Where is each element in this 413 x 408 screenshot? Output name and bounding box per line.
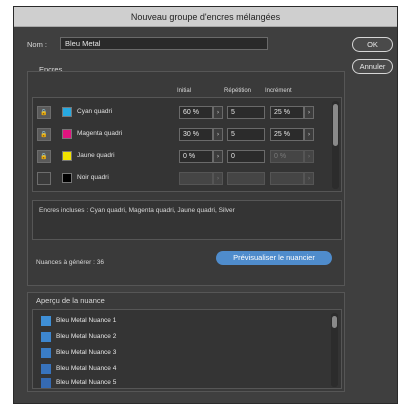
initial-field[interactable] (179, 172, 213, 185)
chevron-right-icon[interactable]: › (304, 106, 314, 119)
ink-swatch (62, 151, 72, 161)
ink-name: Cyan quadri (77, 108, 113, 115)
increment-field[interactable]: 0 % (270, 150, 304, 163)
name-field[interactable]: Bleu Metal (60, 37, 268, 50)
shade-swatch (41, 364, 51, 374)
ink-swatch (62, 107, 72, 117)
inks-list: 🔒 Cyan quadri 60 % › 5 25 % › 🔒 Magenta … (32, 97, 342, 192)
ink-name: Magenta quadri (77, 130, 123, 137)
lock-icon[interactable]: 🔒 (37, 150, 51, 163)
increment-field[interactable]: 25 % (270, 106, 304, 119)
col-initial-header: Initial (177, 88, 192, 94)
shade-swatch (41, 348, 51, 358)
lock-icon[interactable]: 🔒 (37, 128, 51, 141)
repetition-field[interactable]: 5 (227, 128, 265, 141)
list-item[interactable]: Bleu Metal Nuance 1 (41, 314, 313, 328)
shade-preview-title: Aperçu de la nuance (36, 296, 105, 305)
shade-name: Bleu Metal Nuance 2 (56, 333, 117, 340)
ink-row-yellow: 🔒 Jaune quadri 0 % › 0 0 % › (37, 149, 345, 164)
col-repetition-header: Répétition (224, 88, 252, 94)
ink-name: Jaune quadri (77, 152, 115, 159)
shade-list-scrollbar[interactable] (331, 313, 338, 387)
chevron-right-icon[interactable]: › (213, 128, 223, 141)
initial-field[interactable]: 30 % (179, 128, 213, 141)
ink-swatch (62, 129, 72, 139)
inks-scrollbar[interactable] (332, 101, 339, 189)
shades-count: Nuances à générer : 36 (36, 259, 104, 266)
shade-name: Bleu Metal Nuance 5 (56, 379, 117, 386)
lock-icon[interactable] (37, 172, 51, 185)
chevron-right-icon[interactable]: › (213, 150, 223, 163)
chevron-right-icon[interactable]: › (304, 172, 314, 185)
name-label: Nom : (27, 40, 48, 49)
list-item[interactable]: Bleu Metal Nuance 5 (41, 376, 313, 390)
scroll-thumb[interactable] (332, 316, 337, 328)
repetition-field[interactable] (227, 172, 265, 185)
ink-row-black: Noir quadri › › (37, 171, 345, 186)
shade-name: Bleu Metal Nuance 4 (56, 365, 117, 372)
chevron-right-icon[interactable]: › (213, 106, 223, 119)
increment-field[interactable]: 25 % (270, 128, 304, 141)
ok-button[interactable]: OK (352, 37, 393, 52)
shade-name: Bleu Metal Nuance 1 (56, 317, 117, 324)
shade-swatch (41, 316, 51, 326)
scroll-thumb[interactable] (333, 104, 338, 146)
shade-preview-panel: Aperçu de la nuance Bleu Metal Nuance 1 … (27, 292, 345, 392)
title-bar: Nouveau groupe d'encres mélangées (14, 7, 397, 27)
chevron-right-icon[interactable]: › (304, 128, 314, 141)
list-item[interactable]: Bleu Metal Nuance 2 (41, 330, 313, 344)
list-item[interactable]: Bleu Metal Nuance 3 (41, 346, 313, 360)
window-title: Nouveau groupe d'encres mélangées (130, 11, 281, 22)
initial-field[interactable]: 0 % (179, 150, 213, 163)
list-item[interactable]: Bleu Metal Nuance 4 (41, 362, 313, 376)
ink-name: Noir quadri (77, 174, 109, 181)
dialog-window: Nouveau groupe d'encres mélangées Nom : … (13, 6, 398, 404)
preview-swatches-button[interactable]: Prévisualiser le nuancier (216, 251, 332, 265)
shade-list: Bleu Metal Nuance 1 Bleu Metal Nuance 2 … (32, 309, 342, 389)
chevron-right-icon[interactable]: › (304, 150, 314, 163)
cancel-button[interactable]: Annuler (352, 59, 393, 74)
shade-swatch (41, 378, 51, 388)
included-inks-text: Encres incluses : Cyan quadri, Magenta q… (39, 207, 235, 214)
repetition-field[interactable]: 5 (227, 106, 265, 119)
initial-field[interactable]: 60 % (179, 106, 213, 119)
col-increment-header: Incrément (265, 88, 292, 94)
shade-swatch (41, 332, 51, 342)
chevron-right-icon[interactable]: › (213, 172, 223, 185)
ink-row-magenta: 🔒 Magenta quadri 30 % › 5 25 % › (37, 127, 345, 142)
shade-name: Bleu Metal Nuance 3 (56, 349, 117, 356)
ink-swatch (62, 173, 72, 183)
lock-icon[interactable]: 🔒 (37, 106, 51, 119)
included-inks-box: Encres incluses : Cyan quadri, Magenta q… (32, 200, 342, 240)
increment-field[interactable] (270, 172, 304, 185)
ink-row-cyan: 🔒 Cyan quadri 60 % › 5 25 % › (37, 105, 345, 120)
repetition-field[interactable]: 0 (227, 150, 265, 163)
